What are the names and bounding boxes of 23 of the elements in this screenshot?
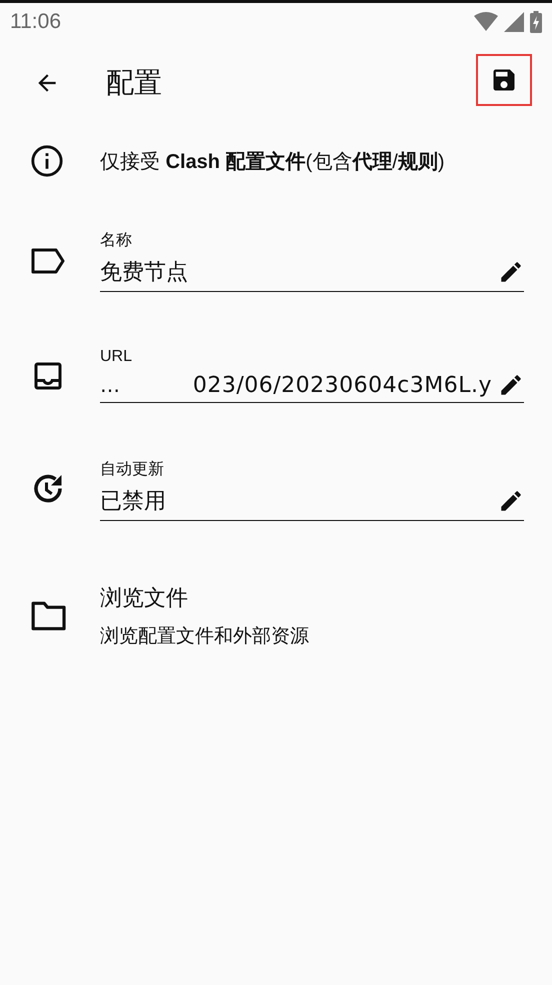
field-label: 自动更新 bbox=[100, 460, 165, 480]
field-label: 名称 bbox=[100, 231, 133, 251]
text-field[interactable]: 已禁用 bbox=[100, 486, 524, 521]
field-value: 已禁用 bbox=[100, 488, 167, 516]
info-icon bbox=[30, 144, 64, 178]
field-value: 免费节点 bbox=[100, 259, 189, 287]
field-value: 023/06/20230604c3M6L.y bbox=[192, 372, 492, 398]
browse-title: 浏览文件 bbox=[100, 585, 189, 613]
browse-subtitle: 浏览配置文件和外部资源 bbox=[100, 624, 310, 649]
page-title: 配置 bbox=[106, 65, 163, 101]
label-icon bbox=[30, 246, 66, 276]
notice-text: 仅接受 Clash 配置文件(包含代理/规则) bbox=[100, 150, 444, 174]
signal-icon bbox=[504, 12, 524, 32]
text-field[interactable]: … 023/06/20230604c3M6L.y bbox=[100, 372, 524, 403]
status-time: 11:06 bbox=[10, 10, 61, 34]
text-field[interactable]: 免费节点 bbox=[100, 257, 524, 292]
browse-files-item[interactable]: 浏览文件 浏览配置文件和外部资源 bbox=[100, 583, 524, 649]
folder-icon bbox=[30, 600, 68, 632]
battery-icon bbox=[530, 10, 542, 32]
wifi-icon bbox=[474, 12, 498, 32]
field-label: URL bbox=[100, 348, 134, 366]
save-button[interactable] bbox=[476, 54, 532, 106]
ellipsis: … bbox=[100, 373, 121, 397]
